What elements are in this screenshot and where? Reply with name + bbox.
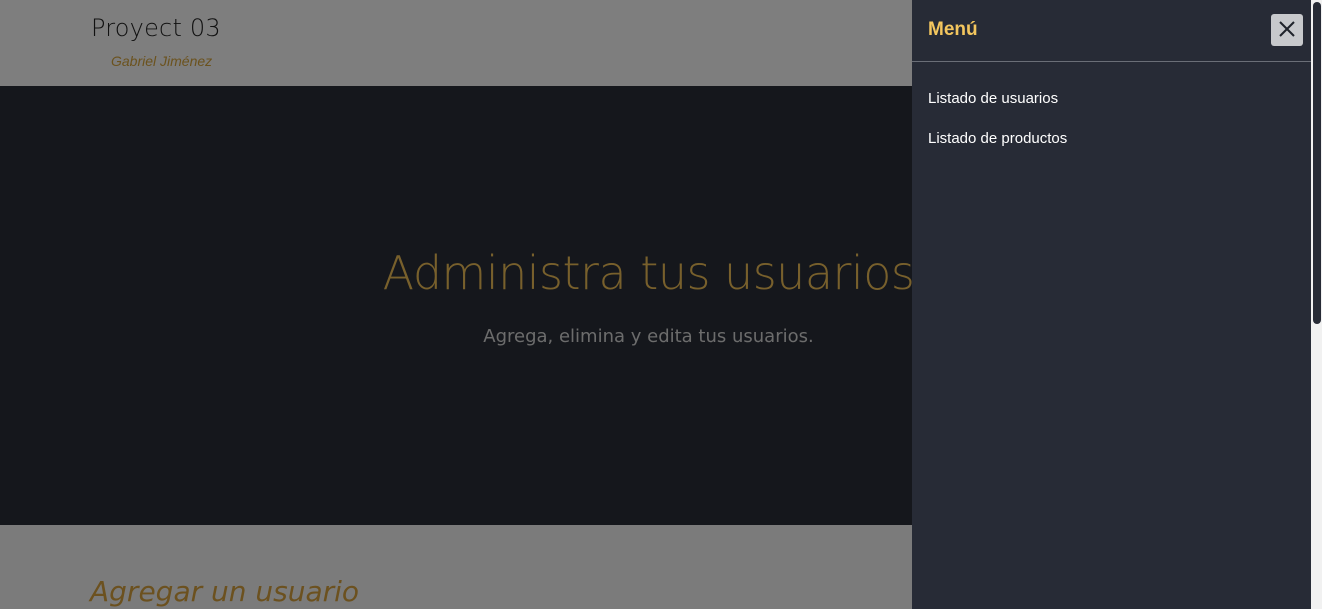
page: Proyect 03 Gabriel Jiménez Administra tu…: [0, 0, 1322, 609]
menu-link-productos[interactable]: Listado de productos: [928, 130, 1067, 147]
vertical-scrollbar[interactable]: [1311, 0, 1322, 609]
menu-link-usuarios[interactable]: Listado de usuarios: [928, 90, 1058, 107]
scrollbar-thumb[interactable]: [1313, 2, 1321, 324]
close-button[interactable]: [1271, 14, 1303, 46]
offcanvas-header: Menú: [912, 0, 1311, 62]
offcanvas-title: Menú: [928, 19, 978, 40]
offcanvas-menu: Menú Listado de usuarios Listado de prod…: [912, 0, 1311, 609]
close-icon: [1278, 20, 1296, 41]
